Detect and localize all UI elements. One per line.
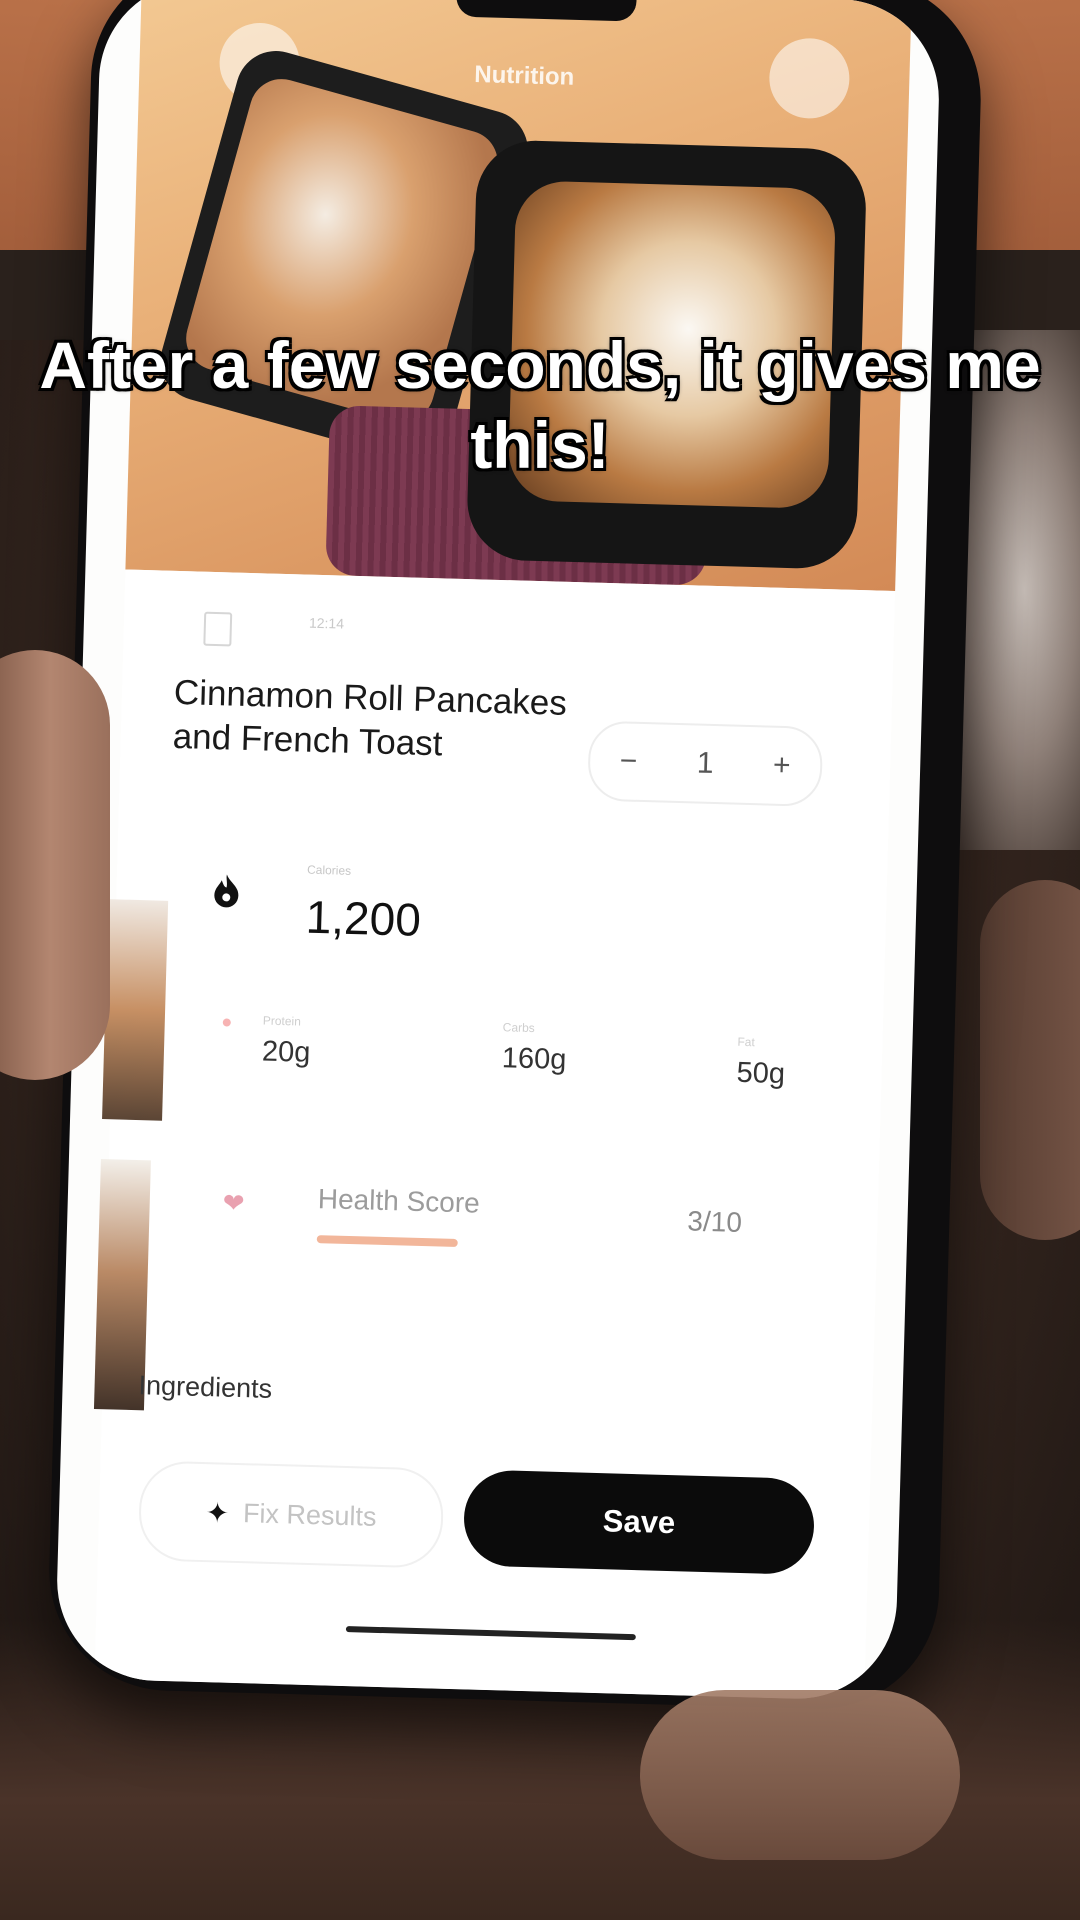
phone-screen: Nutrition 12:14 Cinnamon Roll Pancakes a… xyxy=(54,0,942,1702)
sparkle-icon: ✦ xyxy=(205,1496,230,1529)
hand-finger xyxy=(980,880,1080,1240)
fix-results-label: Fix Results xyxy=(242,1497,377,1532)
home-indicator[interactable] xyxy=(345,1626,636,1641)
flame-icon xyxy=(211,872,242,918)
photo-thumbnail[interactable] xyxy=(102,899,169,1121)
decrement-button[interactable]: − xyxy=(608,744,649,779)
macro-value: 160g xyxy=(501,1042,567,1076)
ingredients-heading[interactable]: Ingredients xyxy=(138,1370,272,1405)
meal-time: 12:14 xyxy=(308,614,345,632)
macro-protein: Protein 20g xyxy=(262,1014,463,1075)
save-button[interactable]: Save xyxy=(462,1469,816,1576)
nutrition-sheet: 12:14 Cinnamon Roll Pancakes and French … xyxy=(93,569,896,1701)
video-caption: After a few seconds, it gives me this! xyxy=(39,328,1041,482)
protein-icon xyxy=(222,1018,231,1027)
health-score-value: 3/10 xyxy=(687,1205,743,1238)
macro-fat: Fat 50g xyxy=(736,1035,937,1096)
macro-carbs: Carbs 160g xyxy=(501,1020,702,1081)
macro-value: 50g xyxy=(736,1056,786,1091)
health-score-label: Health Score xyxy=(317,1183,481,1219)
fix-results-button[interactable]: ✦ Fix Results xyxy=(137,1460,445,1569)
food-photo: Nutrition xyxy=(125,0,912,591)
bookmark-icon[interactable] xyxy=(203,611,233,647)
food-title: Cinnamon Roll Pancakes and French Toast xyxy=(172,672,568,764)
increment-button[interactable]: + xyxy=(761,748,802,783)
quantity-value: 1 xyxy=(696,746,715,780)
health-score-bar xyxy=(316,1235,458,1248)
calories-label: Calories xyxy=(306,862,352,878)
hand-finger xyxy=(640,1690,960,1860)
hand-thumb xyxy=(0,650,110,1080)
quantity-stepper[interactable]: − 1 + xyxy=(587,720,824,808)
macro-value: 20g xyxy=(261,1035,311,1069)
heart-icon: ❤ xyxy=(222,1187,245,1219)
calories-value: 1,200 xyxy=(305,890,422,946)
